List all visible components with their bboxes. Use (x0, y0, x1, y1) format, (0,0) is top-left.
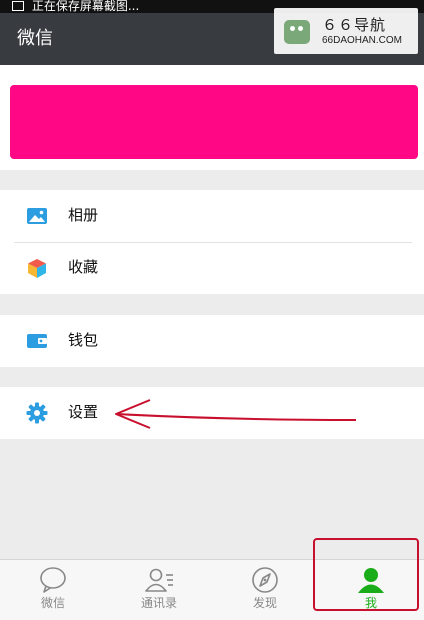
wallet-row[interactable]: 钱包 (0, 315, 424, 367)
wallet-icon (27, 334, 47, 348)
tab-discover-label: 发现 (252, 596, 277, 610)
tab-chats[interactable]: 微信 (0, 560, 106, 620)
tab-chats-label: 微信 (40, 596, 65, 610)
watermark: ６６导航 66DAOHAN.COM (274, 8, 418, 54)
album-icon (27, 208, 47, 224)
image-icon (12, 1, 24, 11)
profile-banner[interactable] (10, 85, 418, 159)
tab-discover[interactable]: 发现 (212, 560, 318, 620)
status-text: 正在保存屏幕截图... (31, 0, 140, 13)
watermark-title: ６６导航 (322, 16, 387, 34)
media-section: 相册 收藏 (0, 190, 424, 294)
annotation-arrow (115, 399, 357, 429)
favorites-row[interactable]: 收藏 (0, 242, 424, 294)
wallet-section: 钱包 (0, 315, 424, 367)
tab-contacts-label: 通讯录 (140, 596, 177, 610)
favorites-label: 收藏 (68, 258, 99, 276)
page-title: 微信 (17, 28, 53, 49)
album-row[interactable]: 相册 (0, 190, 424, 242)
compass-icon (252, 567, 278, 593)
gear-icon (26, 402, 48, 424)
profile-section (0, 65, 424, 170)
wallet-label: 钱包 (68, 331, 99, 349)
annotation-highlight-box (313, 538, 419, 611)
tab-contacts[interactable]: 通讯录 (106, 560, 212, 620)
chat-bubble-icon (40, 567, 66, 593)
watermark-subtitle: 66DAOHAN.COM (322, 35, 403, 46)
album-label: 相册 (68, 206, 99, 224)
settings-label: 设置 (68, 403, 99, 421)
favorites-cube-icon (28, 259, 46, 278)
frog-logo-icon (284, 20, 310, 44)
contacts-icon (145, 568, 173, 592)
